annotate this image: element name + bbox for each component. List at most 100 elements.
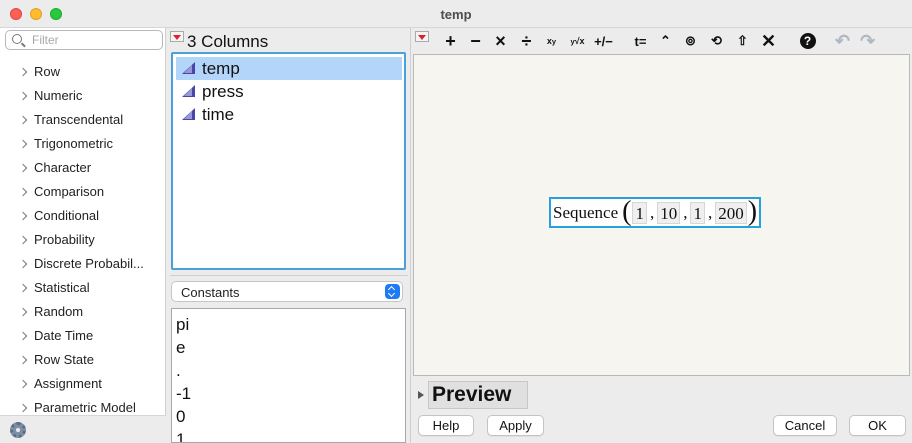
clear-icon[interactable]: ✕ [758, 31, 779, 51]
root-button[interactable]: y √x [567, 31, 588, 51]
splitter[interactable] [170, 275, 408, 276]
formula-arg-from[interactable]: 1 [632, 201, 647, 224]
category-label: Row State [34, 352, 94, 367]
category-item[interactable]: Row State [0, 348, 165, 372]
updown-chevron-icon [385, 284, 400, 299]
column-item-time[interactable]: time [176, 103, 402, 126]
category-label: Character [34, 160, 92, 175]
chevron-right-icon [18, 403, 28, 413]
panel-divider[interactable] [410, 28, 411, 443]
chevron-right-icon [18, 187, 28, 197]
ok-button[interactable]: OK [849, 415, 906, 436]
category-label: Statistical [34, 280, 90, 295]
category-item[interactable]: Numeric [0, 84, 165, 108]
peel-icon[interactable]: ⊚ [680, 31, 701, 51]
multiply-button[interactable]: × [490, 31, 511, 51]
assign-button[interactable]: t= [630, 31, 651, 51]
formula-expression[interactable]: Sequence ( 1 , 10 , 1 , 200 ) [549, 195, 762, 228]
close-paren: ) [747, 195, 758, 227]
category-item[interactable]: Date Time [0, 324, 165, 348]
chevron-right-icon [18, 355, 28, 365]
chevron-right-icon [18, 211, 28, 221]
category-label: Numeric [34, 88, 83, 103]
formula-arg-stride[interactable]: 1 [690, 201, 705, 224]
formula-arg-repeat[interactable]: 200 [715, 201, 747, 224]
chevron-right-icon [18, 331, 28, 341]
category-label: Trigonometric [34, 136, 113, 151]
constant-item[interactable]: pi [176, 314, 189, 336]
divide-button[interactable]: ÷ [516, 31, 537, 51]
columns-header: 3 Columns [170, 30, 406, 52]
chevron-right-icon [18, 115, 28, 125]
category-item[interactable]: Statistical [0, 276, 165, 300]
subtract-button[interactable]: − [465, 31, 486, 51]
disclosure-triangle-icon[interactable] [418, 391, 424, 399]
caret-up-button[interactable]: ⌃ [655, 31, 676, 51]
plus-minus-button[interactable]: +/− [593, 31, 614, 51]
title-bar: temp [0, 0, 912, 28]
category-label: Conditional [34, 208, 100, 223]
category-item[interactable]: Trigonometric [0, 132, 165, 156]
chevron-right-icon [18, 307, 28, 317]
category-item[interactable]: Transcendental [0, 108, 165, 132]
continuous-column-icon [182, 108, 195, 120]
help-button[interactable]: ? [797, 31, 818, 51]
column-item-press[interactable]: press [176, 80, 402, 103]
power-button[interactable]: xy [541, 31, 562, 51]
function-category-panel: Row Numeric Transcendental Trigonometric… [0, 28, 166, 443]
category-item[interactable]: Discrete Probabil... [0, 252, 165, 276]
constant-item[interactable]: 0 [176, 406, 185, 428]
filter-input[interactable] [32, 32, 157, 48]
category-label: Random [34, 304, 84, 319]
help-dialog-button[interactable]: Help [418, 415, 474, 436]
redo-icon[interactable]: ↷ [857, 31, 878, 51]
chevron-right-icon [18, 67, 28, 77]
category-item[interactable]: Comparison [0, 180, 165, 204]
constant-item[interactable]: . [176, 360, 181, 382]
columns-menu-red-triangle-icon[interactable] [170, 31, 184, 42]
constant-item[interactable]: e [176, 337, 185, 359]
column-item-temp[interactable]: temp [176, 57, 402, 80]
constants-list[interactable]: pi e . -1 0 1 [171, 308, 406, 443]
constants-selector-value: Constants [181, 285, 240, 300]
formula-menu-red-triangle-icon[interactable] [415, 31, 429, 42]
apply-button[interactable]: Apply [487, 415, 544, 436]
formula-arg-to[interactable]: 10 [657, 201, 681, 224]
swap-icon[interactable]: ⟲ [706, 31, 727, 51]
filter-field[interactable] [5, 30, 163, 50]
category-item[interactable]: Character [0, 156, 165, 180]
undo-icon[interactable]: ↶ [832, 31, 853, 51]
search-icon [12, 34, 22, 44]
preview-label: Preview [428, 381, 528, 409]
category-label: Assignment [34, 376, 102, 391]
category-item[interactable]: Random [0, 300, 165, 324]
category-item[interactable]: Probability [0, 228, 165, 252]
category-label: Date Time [34, 328, 94, 343]
constants-selector[interactable]: Constants [171, 281, 403, 302]
category-item[interactable]: Row [0, 60, 165, 84]
columns-count-label: 3 Columns [187, 32, 269, 51]
constant-item[interactable]: 1 [176, 429, 185, 442]
column-label: temp [202, 59, 240, 78]
column-label: time [202, 105, 235, 124]
chevron-right-icon [18, 283, 28, 293]
local-variable-icon[interactable]: ⇧ [732, 31, 753, 51]
category-label: Row [34, 64, 61, 79]
category-item[interactable]: Conditional [0, 204, 165, 228]
category-label: Discrete Probabil... [34, 256, 144, 271]
category-label: Parametric Model [34, 400, 136, 415]
help-icon: ? [799, 33, 816, 49]
formula-function-name[interactable]: Sequence [553, 203, 618, 223]
cancel-button[interactable]: Cancel [773, 415, 837, 436]
open-paren: ( [622, 195, 632, 227]
continuous-column-icon [182, 85, 195, 97]
add-button[interactable]: + [440, 31, 461, 51]
constant-item[interactable]: -1 [176, 383, 191, 405]
category-item[interactable]: Assignment [0, 372, 165, 396]
category-label: Probability [34, 232, 95, 247]
chevron-right-icon [18, 379, 28, 389]
function-category-list: Row Numeric Transcendental Trigonometric… [0, 60, 165, 420]
column-list[interactable]: temp press time [171, 52, 406, 270]
gear-icon[interactable] [10, 422, 26, 438]
chevron-right-icon [18, 259, 28, 269]
